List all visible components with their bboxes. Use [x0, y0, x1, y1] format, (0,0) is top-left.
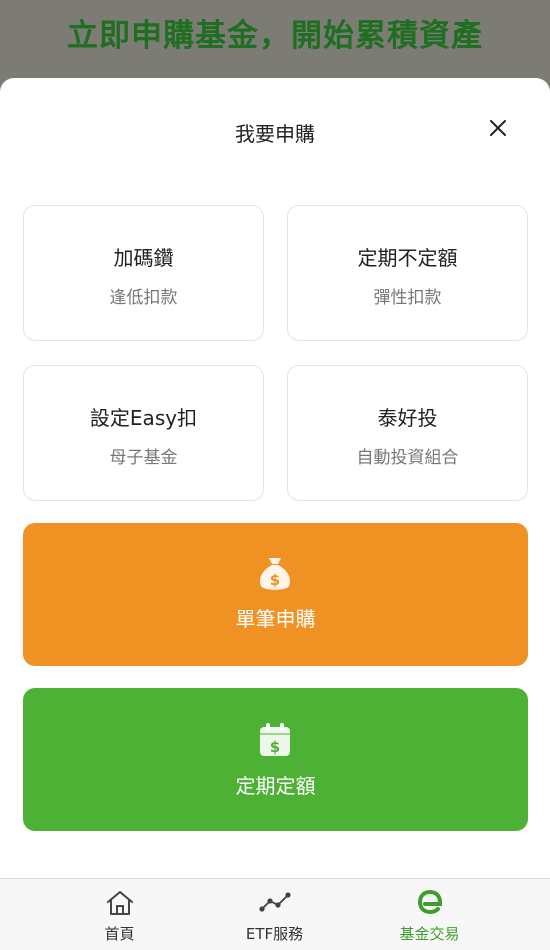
svg-text:$: $ [270, 571, 280, 589]
single-purchase-label: 單筆申購 [235, 607, 316, 631]
close-icon [490, 120, 506, 136]
sheet-title: 我要申購 [235, 122, 315, 146]
tab-fund-trading[interactable]: 基金交易 [338, 879, 521, 950]
option-card-flexible-amount[interactable]: 定期不定額 彈性扣款 [287, 205, 528, 341]
regular-purchase-button[interactable]: $ 定期定額 [23, 688, 528, 831]
regular-purchase-label: 定期定額 [235, 774, 316, 798]
home-icon [105, 889, 135, 921]
close-button[interactable] [480, 110, 516, 146]
option-subtitle: 逢低扣款 [109, 288, 178, 308]
svg-text:$: $ [270, 738, 280, 756]
option-title: 加碼鑽 [113, 246, 174, 270]
option-subtitle: 彈性扣款 [373, 288, 442, 308]
option-title: 定期不定額 [357, 246, 458, 270]
trend-line-icon [258, 889, 292, 919]
bottom-tab-bar: 首頁 ETF服務 基金交易 [0, 878, 550, 950]
option-subtitle: 自動投資組合 [356, 448, 459, 468]
option-card-robo-portfolio[interactable]: 泰好投 自動投資組合 [287, 365, 528, 501]
option-subtitle: 母子基金 [109, 448, 178, 468]
option-card-add-diamond[interactable]: 加碼鑽 逢低扣款 [23, 205, 264, 341]
background-banner: 立即申購基金，開始累積資產 [0, 0, 550, 80]
option-card-easy-deduct[interactable]: 設定Easy扣 母子基金 [23, 365, 264, 501]
tab-label: 基金交易 [399, 925, 460, 943]
purchase-bottom-sheet: 我要申購 加碼鑽 逢低扣款 定期不定額 彈性扣款 設定Easy扣 母子基金 泰好… [0, 78, 550, 878]
banner-title: 立即申購基金，開始累積資產 [67, 18, 483, 54]
calendar-dollar-icon: $ [258, 722, 292, 762]
e-logo-icon [417, 889, 443, 919]
single-purchase-button[interactable]: $ 單筆申購 [23, 523, 528, 666]
money-bag-icon: $ [257, 555, 293, 597]
option-title: 設定Easy扣 [89, 406, 198, 430]
app-screen: 立即申購基金，開始累積資產 我要申購 加碼鑽 逢低扣款 定期不定額 彈性扣款 設… [0, 0, 550, 950]
option-title: 泰好投 [377, 406, 438, 430]
